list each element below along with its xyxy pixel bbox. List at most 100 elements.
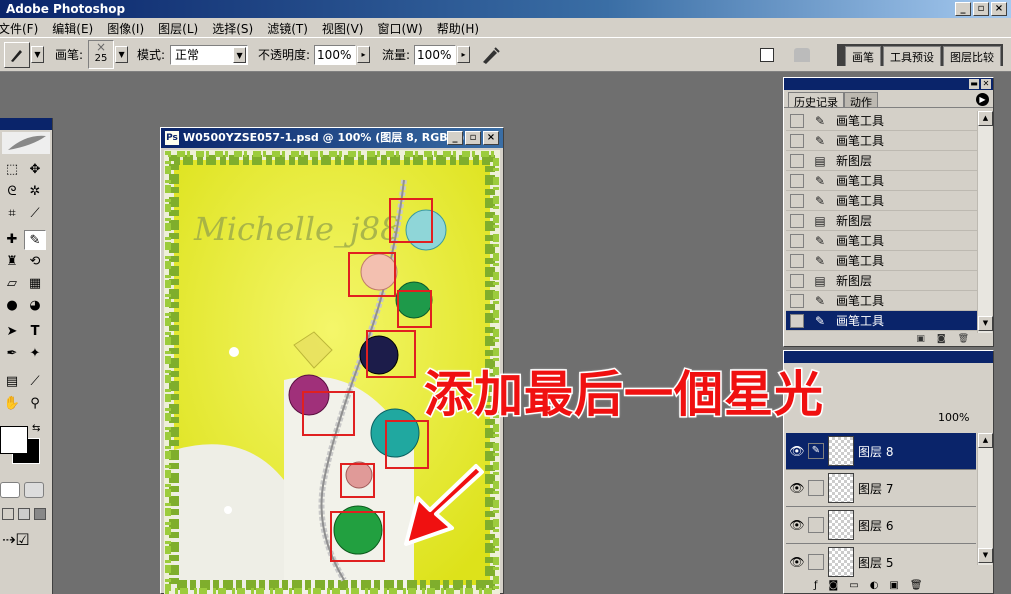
slice-tool-icon[interactable]: ⟋ xyxy=(24,204,46,224)
panel-menu-arrow-icon[interactable]: ▶ xyxy=(976,93,989,106)
history-snapshot-checkbox[interactable] xyxy=(790,193,804,208)
blur-tool-icon[interactable]: ● xyxy=(1,296,23,316)
jump-to-imageready-icon[interactable]: ⇢☑ xyxy=(2,530,30,549)
layer-thumbnail[interactable] xyxy=(828,436,854,466)
close-button[interactable]: × xyxy=(991,2,1007,16)
menu-file[interactable]: 文件(F) xyxy=(0,18,44,37)
notes-tool-icon[interactable]: ▤ xyxy=(1,372,23,392)
menu-filter[interactable]: 滤镜(T) xyxy=(259,18,314,37)
chevron-down-icon[interactable]: ▼ xyxy=(31,46,44,63)
history-item[interactable]: ✎ 画笔工具 xyxy=(786,291,978,311)
history-snapshot-checkbox[interactable] xyxy=(790,253,804,268)
fill-value[interactable]: 100% xyxy=(938,411,969,424)
history-snapshot-checkbox[interactable] xyxy=(790,113,804,128)
scroll-down-arrow-icon[interactable]: ▼ xyxy=(978,316,993,331)
swap-colors-icon[interactable]: ⇆ xyxy=(32,423,40,434)
eye-icon[interactable]: 👁 xyxy=(786,444,808,458)
palette-well-icon[interactable] xyxy=(794,38,810,71)
history-item[interactable]: ▤ 新图层 xyxy=(786,151,978,171)
history-snapshot-checkbox[interactable] xyxy=(790,273,804,288)
path-selection-tool-icon[interactable]: ➤ xyxy=(1,322,23,342)
magic-wand-tool-icon[interactable]: ✲ xyxy=(24,182,46,202)
layer-row[interactable]: 👁 ✎ 图层 8 xyxy=(786,433,976,470)
screen-mode-standard-icon[interactable] xyxy=(2,508,14,520)
palette-tab-layer-comps[interactable]: 图层比较 xyxy=(943,46,1001,66)
file-browser-icon[interactable] xyxy=(760,38,774,71)
delete-layer-icon[interactable]: 🗑 xyxy=(910,580,923,591)
eye-icon[interactable]: 👁 xyxy=(786,518,808,532)
adjustment-layer-icon[interactable]: ◐ xyxy=(870,580,879,591)
menu-select[interactable]: 选择(S) xyxy=(204,18,259,37)
tab-actions[interactable]: 动作 xyxy=(844,92,878,109)
tab-history[interactable]: 历史记录 xyxy=(788,92,844,109)
history-brush-tool-icon[interactable]: ⟲ xyxy=(24,252,46,272)
history-item[interactable]: ✎ 画笔工具 xyxy=(786,111,978,131)
panel-minimize-button[interactable]: ▬ xyxy=(969,79,979,89)
new-snapshot-icon[interactable]: ◙ xyxy=(937,334,946,344)
layer-link-brush-icon[interactable] xyxy=(808,517,824,533)
lasso-tool-icon[interactable]: ᘓ xyxy=(1,182,23,202)
layer-row[interactable]: 👁 图层 7 xyxy=(786,470,976,507)
layers-scroll-track[interactable] xyxy=(978,448,992,548)
opacity-input[interactable]: 100% xyxy=(314,44,357,65)
history-item[interactable]: ✎ 画笔工具 xyxy=(786,311,978,331)
standard-mode-icon[interactable] xyxy=(0,482,20,498)
palette-tab-tool-presets[interactable]: 工具预设 xyxy=(883,46,941,66)
healing-brush-tool-icon[interactable]: ✚ xyxy=(1,230,23,250)
hand-tool-icon[interactable]: ✋ xyxy=(1,394,23,414)
pen-tool-icon[interactable]: ✒ xyxy=(1,344,23,364)
doc-close-button[interactable]: × xyxy=(483,131,499,145)
layer-style-icon[interactable]: ƒ xyxy=(814,580,818,591)
quick-mask-mode-icon[interactable] xyxy=(24,482,44,498)
screen-mode-full-icon[interactable] xyxy=(34,508,46,520)
move-tool-icon[interactable]: ✥ xyxy=(24,160,46,180)
eraser-tool-icon[interactable]: ▱ xyxy=(1,274,23,294)
menu-image[interactable]: 图像(I) xyxy=(99,18,150,37)
screen-mode-full-menu-icon[interactable] xyxy=(18,508,30,520)
zoom-tool-icon[interactable]: ⚲ xyxy=(24,394,46,414)
brush-dropdown-button[interactable]: ▼ xyxy=(115,46,129,63)
layers-scrollbar[interactable]: ▲ ▼ xyxy=(977,433,993,565)
history-scrollbar[interactable]: ▲ ▼ xyxy=(977,111,993,333)
menu-edit[interactable]: 编辑(E) xyxy=(44,18,99,37)
brush-tool-icon[interactable] xyxy=(4,41,30,68)
history-snapshot-checkbox[interactable] xyxy=(790,293,804,308)
history-item[interactable]: ▤ 新图层 xyxy=(786,271,978,291)
layer-set-icon[interactable]: ▭ xyxy=(849,580,858,591)
brush-tool-icon[interactable]: ✎ xyxy=(24,230,46,250)
gradient-tool-icon[interactable]: ▦ xyxy=(24,274,46,294)
new-layer-icon[interactable]: ▣ xyxy=(889,580,898,591)
layer-thumbnail[interactable] xyxy=(828,547,854,577)
history-snapshot-checkbox[interactable] xyxy=(790,233,804,248)
flow-slider-button[interactable]: ▸ xyxy=(457,46,471,63)
history-item[interactable]: ✎ 画笔工具 xyxy=(786,191,978,211)
history-snapshot-checkbox[interactable] xyxy=(790,173,804,188)
mode-select[interactable]: 正常 ▼ xyxy=(170,44,249,65)
layer-name[interactable]: 图层 6 xyxy=(858,517,893,534)
panel-close-icon[interactable]: ✕ xyxy=(981,79,991,89)
opacity-slider-button[interactable]: ▸ xyxy=(357,46,371,63)
layer-name[interactable]: 图层 8 xyxy=(858,443,893,460)
layer-mask-icon[interactable]: ◙ xyxy=(829,580,839,591)
shape-tool-icon[interactable]: ✦ xyxy=(24,344,46,364)
history-snapshot-checkbox[interactable] xyxy=(790,313,804,328)
restore-button[interactable]: ▫ xyxy=(973,2,989,16)
crop-tool-icon[interactable]: ⌗ xyxy=(1,204,23,224)
doc-minimize-button[interactable]: _ xyxy=(447,131,463,145)
layer-link-brush-icon[interactable] xyxy=(808,554,824,570)
new-document-from-state-icon[interactable]: ▣ xyxy=(916,334,925,344)
scroll-track[interactable] xyxy=(978,126,992,316)
brush-size-preview[interactable]: × 25 xyxy=(88,40,115,69)
menu-help[interactable]: 帮助(H) xyxy=(429,18,485,37)
history-item[interactable]: ✎ 画笔工具 xyxy=(786,131,978,151)
history-item[interactable]: ✎ 画笔工具 xyxy=(786,251,978,271)
eye-icon[interactable]: 👁 xyxy=(786,481,808,495)
eye-icon[interactable]: 👁 xyxy=(786,555,808,569)
history-snapshot-checkbox[interactable] xyxy=(790,153,804,168)
layer-link-brush-icon[interactable] xyxy=(808,480,824,496)
flow-input[interactable]: 100% xyxy=(414,44,457,65)
layer-thumbnail[interactable] xyxy=(828,473,854,503)
minimize-button[interactable]: _ xyxy=(955,2,971,16)
layer-link-brush-icon[interactable]: ✎ xyxy=(808,443,824,459)
dodge-tool-icon[interactable]: ◕ xyxy=(24,296,46,316)
